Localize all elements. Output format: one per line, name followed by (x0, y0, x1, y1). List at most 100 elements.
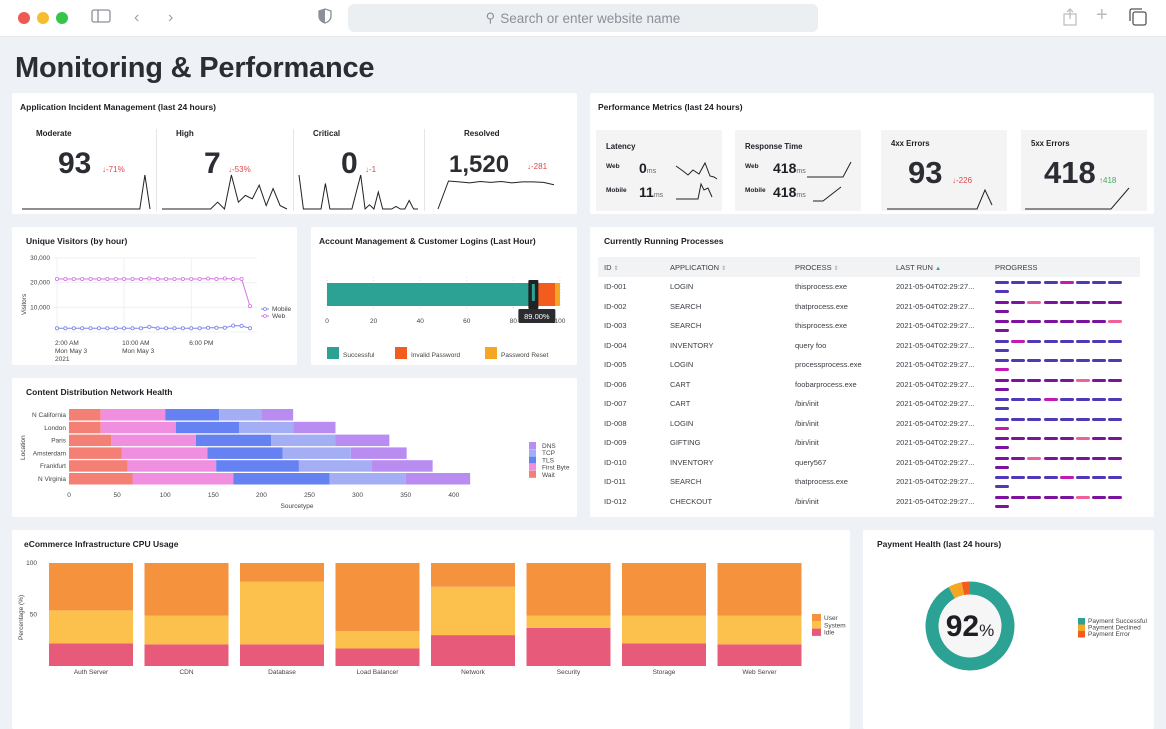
progress-segment (995, 465, 1009, 469)
close-window-button[interactable] (18, 12, 30, 24)
table-row[interactable]: ID-005 LOGIN processprocess.exe 2021-05-04T… (598, 355, 1140, 375)
y-tick-label: N California (32, 412, 66, 419)
cell-id: ID-012 (604, 496, 627, 506)
column-header-progress[interactable]: PROGRESS (989, 257, 1140, 277)
back-icon[interactable]: ‹ (134, 8, 139, 28)
cell-progress (989, 297, 1140, 317)
table-row[interactable]: ID-001 LOGIN thisprocess.exe 2021-05-04T02:… (598, 277, 1140, 297)
legend-swatch (812, 621, 821, 629)
legend-swatch (529, 470, 536, 478)
progress-segment (1059, 320, 1074, 324)
data-point-web (155, 276, 160, 281)
progress-segment (1092, 281, 1107, 285)
table-row[interactable]: ID-007 CART/bin/init 2021-05-04T02:29:27..… (598, 394, 1140, 414)
processes-panel: Currently Running Processes ID ⇕ APPLICA… (590, 227, 1154, 517)
legend-label: Password Reset (501, 352, 549, 359)
column-header-application[interactable]: APPLICATION ⇕ (664, 257, 789, 277)
data-point-web (231, 276, 236, 281)
panel-title: Currently Running Processes (604, 236, 724, 246)
legend-label: Invalid Password (411, 352, 461, 359)
progress-segment (1043, 359, 1058, 363)
progress-segment (1027, 476, 1042, 480)
address-bar[interactable]: ⚲ Search or enter website name (348, 4, 818, 32)
bar-segment-password-reset (555, 283, 560, 306)
performance-panel: Performance Metrics (last 24 hours) Late… (590, 93, 1154, 214)
cell-id: ID-005 (604, 360, 627, 370)
x-tick-label: 10:00 AM (122, 340, 149, 347)
data-point-mobile (105, 326, 110, 331)
tabs-icon[interactable] (1128, 8, 1148, 32)
sidebar-icon[interactable] (91, 8, 111, 30)
table-row[interactable]: ID-006 CART foobarprocess.exe 2021-05-04T02… (598, 375, 1140, 395)
cell-id: ID-009 (604, 438, 627, 448)
bar-segment-successful (327, 283, 535, 306)
shield-icon[interactable] (318, 8, 332, 30)
data-point-web (55, 276, 60, 281)
maximize-window-button[interactable] (56, 12, 68, 24)
progress-segment (995, 504, 1009, 508)
errors-4xx-sparkline (887, 188, 993, 210)
table-row[interactable]: ID-009 GIFTING/bin/init 2021-05-04T02:29:2… (598, 433, 1140, 453)
data-point-mobile (180, 326, 185, 331)
legend-swatch (529, 463, 536, 471)
share-icon[interactable] (1062, 8, 1078, 32)
progress-segment (1043, 398, 1058, 402)
cell-process: query567 (795, 457, 827, 467)
progress-segment (995, 368, 1009, 372)
table-row[interactable]: ID-010 INVENTORY query567 2021-05-04T02:29:… (598, 453, 1140, 473)
table-row[interactable]: ID-003 SEARCH thisprocess.exe 2021-05-04T02… (598, 316, 1140, 336)
sort-icon: ⇕ (613, 265, 619, 272)
progress-segment (1075, 476, 1090, 480)
progress-segment (1092, 339, 1107, 343)
legend-swatch (485, 347, 497, 359)
table-row[interactable]: ID-008 LOGIN/bin/init 2021-05-04T02:29:27.… (598, 414, 1140, 434)
table-row[interactable]: ID-011 SEARCH thatprocess.exe 2021-05-04T02… (598, 472, 1140, 492)
data-point-web (63, 276, 68, 281)
legend-label: Mobile (272, 306, 292, 313)
x-tick-label: 250 (304, 492, 315, 499)
progress-segment (995, 359, 1009, 363)
x-tick-label: Security (557, 669, 581, 676)
cell-process: /bin/init (795, 438, 819, 448)
data-point-mobile (239, 323, 244, 328)
progress-segment (1027, 398, 1042, 402)
kpi-sparkline (162, 174, 288, 211)
bar-segment-tls (207, 447, 283, 459)
legend-label: System (824, 622, 846, 629)
data-point-mobile (189, 326, 194, 331)
visitors-chart: 30,00020,00010,000Visitors2:00 AMMon May… (21, 255, 292, 363)
progress-segment (1059, 495, 1074, 499)
data-point-mobile (88, 326, 93, 331)
progress-segment (1108, 437, 1123, 441)
progress-segment (1075, 456, 1090, 460)
minimize-window-button[interactable] (37, 12, 49, 24)
cell-app: LOGIN (670, 418, 694, 428)
progress-segment (1108, 320, 1123, 324)
data-point-web (206, 276, 211, 281)
y-tick-label: 20,000 (30, 280, 50, 287)
table-row[interactable]: ID-002 SEARCH thatprocess.exe 2021-05-04T02… (598, 297, 1140, 317)
bar-segment-tcp (219, 409, 262, 421)
progress-segment (1075, 339, 1090, 343)
y-tick-label: Paris (51, 438, 67, 445)
column-header-id[interactable]: ID ⇕ (598, 257, 664, 277)
latency-card: Latency Web 0ms Mobile 11ms (596, 130, 722, 211)
bar-segment-system (240, 581, 324, 645)
progress-segment (1075, 281, 1090, 285)
new-tab-icon[interactable]: + (1096, 5, 1108, 25)
progress-segment (1059, 476, 1074, 480)
sparkline-line (22, 174, 151, 210)
x-tick-label: Mon May 3 (55, 348, 88, 355)
column-header-process[interactable]: PROCESS ⇕ (789, 257, 890, 277)
data-point-web (88, 276, 93, 281)
cell-app: SEARCH (670, 321, 702, 331)
progress-segment (995, 309, 1009, 313)
table-row[interactable]: ID-004 INVENTORY query foo 2021-05-04T02:29… (598, 336, 1140, 356)
column-header-last-run[interactable]: LAST RUN ▲ (890, 257, 989, 277)
table-row[interactable]: ID-012 CHECKOUT/bin/init 2021-05-04T02:29:… (598, 492, 1140, 512)
cell-last-run: 2021-05-04T02:29:27... (896, 360, 975, 370)
bar-segment-wait (69, 434, 112, 447)
forward-icon[interactable]: › (168, 8, 173, 28)
bar-segment-idle (526, 627, 611, 666)
progress-segment (1059, 339, 1074, 343)
